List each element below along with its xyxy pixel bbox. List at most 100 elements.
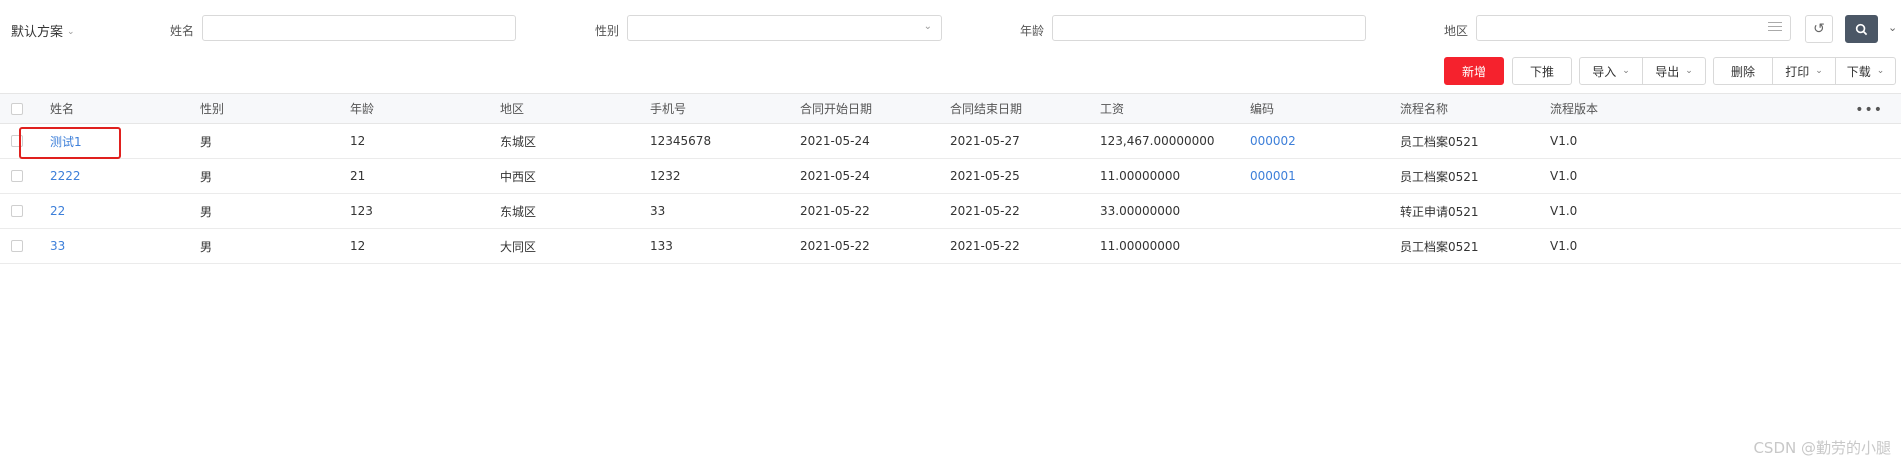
cell-salary: 33.00000000 (1100, 204, 1181, 218)
chevron-down-icon: ⌄ (1622, 66, 1630, 76)
cell-end-date: 2021-05-22 (950, 204, 1020, 218)
chevron-down-icon: ⌄ (923, 21, 932, 32)
cell-start-date: 2021-05-24 (800, 134, 870, 148)
row-checkbox[interactable] (11, 240, 23, 252)
column-header[interactable]: 工资 (1100, 94, 1124, 123)
region-selector[interactable] (1476, 15, 1791, 41)
age-input[interactable] (1052, 15, 1366, 41)
scheme-label: 默认方案 (11, 25, 64, 40)
download-button[interactable]: 下载 ⌄ (1835, 57, 1896, 85)
cell-salary: 11.00000000 (1100, 169, 1181, 183)
highlight-annotation-box (19, 127, 121, 159)
table-row[interactable]: 22 男 123 东城区 33 2021-05-22 2021-05-22 33… (0, 194, 1901, 229)
cell-start-date: 2021-05-24 (800, 169, 870, 183)
row-name-link[interactable]: 2222 (50, 159, 81, 193)
cell-start-date: 2021-05-22 (800, 239, 870, 253)
cell-phone: 33 (650, 204, 666, 218)
cell-version: V1.0 (1550, 204, 1578, 218)
cell-region: 大同区 (500, 239, 537, 254)
cell-gender: 男 (200, 204, 213, 219)
delete-button[interactable]: 删除 (1713, 57, 1773, 85)
row-name-link[interactable]: 33 (50, 229, 65, 263)
cell-end-date: 2021-05-22 (950, 239, 1020, 253)
export-label: 导出 (1655, 64, 1680, 79)
cell-region: 东城区 (500, 134, 537, 149)
row-name-link[interactable]: 22 (50, 194, 65, 228)
column-header[interactable]: 年龄 (350, 94, 374, 123)
row-checkbox[interactable] (11, 205, 23, 217)
column-header[interactable]: 流程名称 (1400, 94, 1448, 123)
import-label: 导入 (1592, 64, 1617, 79)
column-header[interactable]: 性别 (200, 94, 224, 123)
cell-code-link[interactable]: 000002 (1250, 124, 1296, 158)
chevron-down-icon: ⌄ (1815, 66, 1823, 76)
row-checkbox[interactable] (11, 170, 23, 182)
table-row[interactable]: 33 男 12 大同区 133 2021-05-22 2021-05-22 11… (0, 229, 1901, 264)
cell-end-date: 2021-05-27 (950, 134, 1020, 148)
cell-process: 转正申请0521 (1400, 204, 1479, 219)
name-field-label: 姓名 (170, 24, 195, 38)
table-row[interactable]: 2222 男 21 中西区 1232 2021-05-24 2021-05-25… (0, 159, 1901, 194)
chevron-down-icon: ⌄ (1685, 66, 1693, 76)
export-button[interactable]: 导出 ⌄ (1642, 57, 1706, 85)
cell-age: 21 (350, 169, 366, 183)
region-field-label: 地区 (1444, 24, 1469, 38)
column-header[interactable]: 编码 (1250, 94, 1274, 123)
cell-version: V1.0 (1550, 239, 1578, 253)
cell-start-date: 2021-05-22 (800, 204, 870, 218)
watermark: CSDN @勤劳的小腿 (1753, 439, 1891, 457)
cell-salary: 11.00000000 (1100, 239, 1181, 253)
cell-end-date: 2021-05-25 (950, 169, 1020, 183)
expand-chevron-icon[interactable]: ⌄ (1888, 21, 1897, 34)
search-button[interactable] (1845, 15, 1878, 43)
cell-phone: 133 (650, 239, 673, 253)
chevron-down-icon: ⌄ (1876, 66, 1885, 76)
column-header[interactable]: 地区 (500, 94, 524, 123)
select-all-checkbox[interactable] (11, 103, 23, 115)
reset-button[interactable]: ↺ (1805, 15, 1833, 43)
print-button[interactable]: 打印 ⌄ (1772, 57, 1836, 85)
list-icon[interactable] (1768, 22, 1782, 34)
column-header[interactable]: 合同开始日期 (800, 94, 872, 123)
add-button[interactable]: 新增 (1444, 57, 1504, 85)
import-button[interactable]: 导入 ⌄ (1579, 57, 1643, 85)
column-header[interactable]: 流程版本 (1550, 94, 1598, 123)
gender-select[interactable]: ⌄ (627, 15, 942, 41)
scheme-selector[interactable]: 默认方案 ⌄ (11, 21, 75, 40)
column-header[interactable]: 姓名 (50, 94, 74, 123)
data-table: 姓名 性别 年龄 地区 手机号 合同开始日期 合同结束日期 工资 编码 流程名称… (0, 93, 1901, 264)
cell-gender: 男 (200, 169, 213, 184)
cell-process: 员工档案0521 (1400, 239, 1479, 254)
cell-version: V1.0 (1550, 169, 1578, 183)
cell-region: 东城区 (500, 204, 537, 219)
cell-age: 12 (350, 134, 366, 148)
cell-phone: 1232 (650, 169, 681, 183)
age-field-label: 年龄 (1020, 24, 1045, 38)
cell-age: 123 (350, 204, 373, 218)
push-button[interactable]: 下推 (1512, 57, 1572, 85)
search-icon (1855, 23, 1868, 35)
cell-region: 中西区 (500, 169, 537, 184)
column-header[interactable]: 合同结束日期 (950, 94, 1022, 123)
column-header[interactable]: 手机号 (650, 94, 686, 123)
toolbar: 新增 下推 导入 ⌄ 导出 ⌄ 删除 打印 ⌄ 下载 ⌄ (0, 57, 1901, 85)
cell-age: 12 (350, 239, 366, 253)
table-row[interactable]: 测试1 男 12 东城区 12345678 2021-05-24 2021-05… (0, 124, 1901, 159)
print-label: 打印 (1785, 64, 1810, 79)
more-icon[interactable]: ••• (1855, 102, 1883, 118)
filter-bar: 默认方案 ⌄ 姓名 性别 ⌄ 年龄 地区 ↺ ⌄ (0, 15, 1901, 43)
download-label: 下载 (1846, 64, 1871, 79)
cell-salary: 123,467.00000000 (1100, 134, 1215, 148)
cell-phone: 12345678 (650, 134, 712, 148)
cell-process: 员工档案0521 (1400, 169, 1479, 184)
table-header: 姓名 性别 年龄 地区 手机号 合同开始日期 合同结束日期 工资 编码 流程名称… (0, 93, 1901, 124)
cell-process: 员工档案0521 (1400, 134, 1479, 149)
name-input[interactable] (202, 15, 516, 41)
gender-field-label: 性别 (595, 24, 620, 38)
cell-version: V1.0 (1550, 134, 1578, 148)
undo-icon: ↺ (1813, 21, 1825, 37)
chevron-down-icon: ⌄ (67, 27, 75, 37)
cell-gender: 男 (200, 239, 213, 254)
cell-code-link[interactable]: 000001 (1250, 159, 1296, 193)
cell-gender: 男 (200, 134, 213, 149)
